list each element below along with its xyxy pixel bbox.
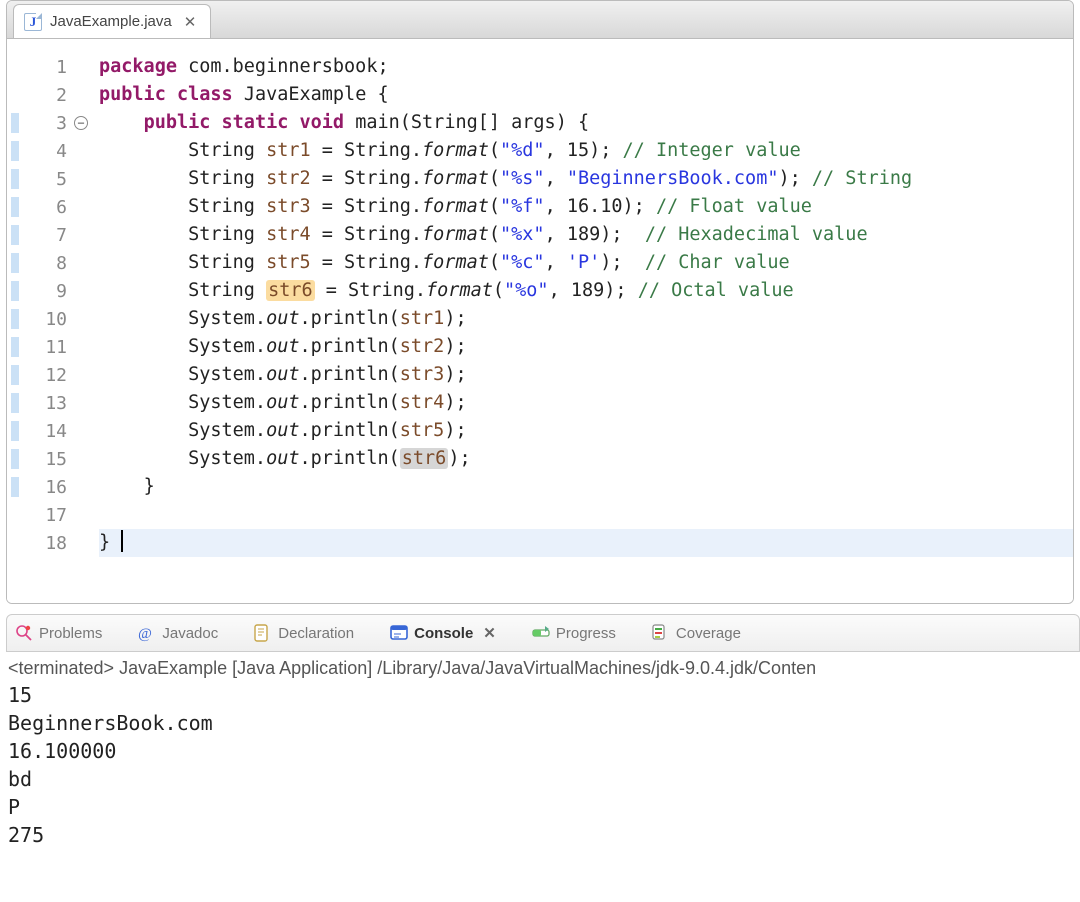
editor-tab-label: JavaExample.java [50,13,172,30]
console-output[interactable]: 15BeginnersBook.com16.100000bdP275 [6,681,1080,849]
line-number[interactable]: 17 [7,501,77,529]
console-line: 16.100000 [8,737,1080,765]
occurrence-highlight: str6 [400,448,449,469]
editor-pane: J JavaExample.java ✕ 1 2 3 − 4 5 6 7 8 9… [6,0,1074,604]
editor-tabstrip: J JavaExample.java ✕ [7,1,1073,39]
line-number[interactable]: 11 [7,333,77,361]
javadoc-icon: @ [138,624,156,642]
line-number[interactable]: 4 [7,137,77,165]
editor-tab-javaexample[interactable]: J JavaExample.java ✕ [13,4,211,38]
line-number[interactable]: 9 [7,277,77,305]
line-number[interactable]: 6 [7,193,77,221]
bottom-tabstrip: Problems @ Javadoc Declaration Console ✕ [6,614,1080,652]
progress-icon [532,624,550,642]
console-line: 275 [8,821,1080,849]
line-number[interactable]: 7 [7,221,77,249]
line-number[interactable]: 18 [7,529,77,557]
line-number[interactable]: 12 [7,361,77,389]
line-number[interactable]: 8 [7,249,77,277]
editor-body: 1 2 3 − 4 5 6 7 8 9 10 11 12 13 14 15 16… [7,39,1073,603]
line-number[interactable]: 5 [7,165,77,193]
console-icon [390,624,408,642]
console-line: BeginnersBook.com [8,709,1080,737]
java-file-icon: J [24,13,42,31]
tab-console[interactable]: Console ✕ [384,620,502,646]
console-header: <terminated> JavaExample [Java Applicati… [6,652,1080,681]
tab-progress[interactable]: Progress [526,620,622,646]
tab-label: Console [414,625,473,642]
close-icon[interactable]: ✕ [184,13,197,31]
gutter: 1 2 3 − 4 5 6 7 8 9 10 11 12 13 14 15 16… [7,39,77,603]
tab-coverage[interactable]: Coverage [646,620,747,646]
close-icon[interactable]: ✕ [483,624,496,642]
code-area[interactable]: package com.beginnersbook;public class J… [77,39,1073,603]
line-number[interactable]: 14 [7,417,77,445]
tab-label: Problems [39,625,102,642]
console-line: P [8,793,1080,821]
line-number[interactable]: 2 [7,81,77,109]
line-number[interactable]: 13 [7,389,77,417]
line-number[interactable]: 15 [7,445,77,473]
tab-label: Coverage [676,625,741,642]
text-cursor [121,530,123,552]
tab-label: Declaration [278,625,354,642]
change-marker [11,113,19,133]
tab-javadoc[interactable]: @ Javadoc [132,620,224,646]
svg-text:@: @ [138,626,152,642]
line-number[interactable]: 16 [7,473,77,501]
problems-icon [15,624,33,642]
line-number[interactable]: 1 [7,53,77,81]
tab-label: Javadoc [162,625,218,642]
bottom-pane: Problems @ Javadoc Declaration Console ✕ [6,614,1080,902]
declaration-icon [254,624,272,642]
line-number[interactable]: 3 − [7,109,77,137]
line-number[interactable]: 10 [7,305,77,333]
console-line: 15 [8,681,1080,709]
tab-problems[interactable]: Problems [9,620,108,646]
tab-declaration[interactable]: Declaration [248,620,360,646]
coverage-icon [652,624,670,642]
console-line: bd [8,765,1080,793]
highlighted-variable: str6 [266,280,315,301]
tab-label: Progress [556,625,616,642]
